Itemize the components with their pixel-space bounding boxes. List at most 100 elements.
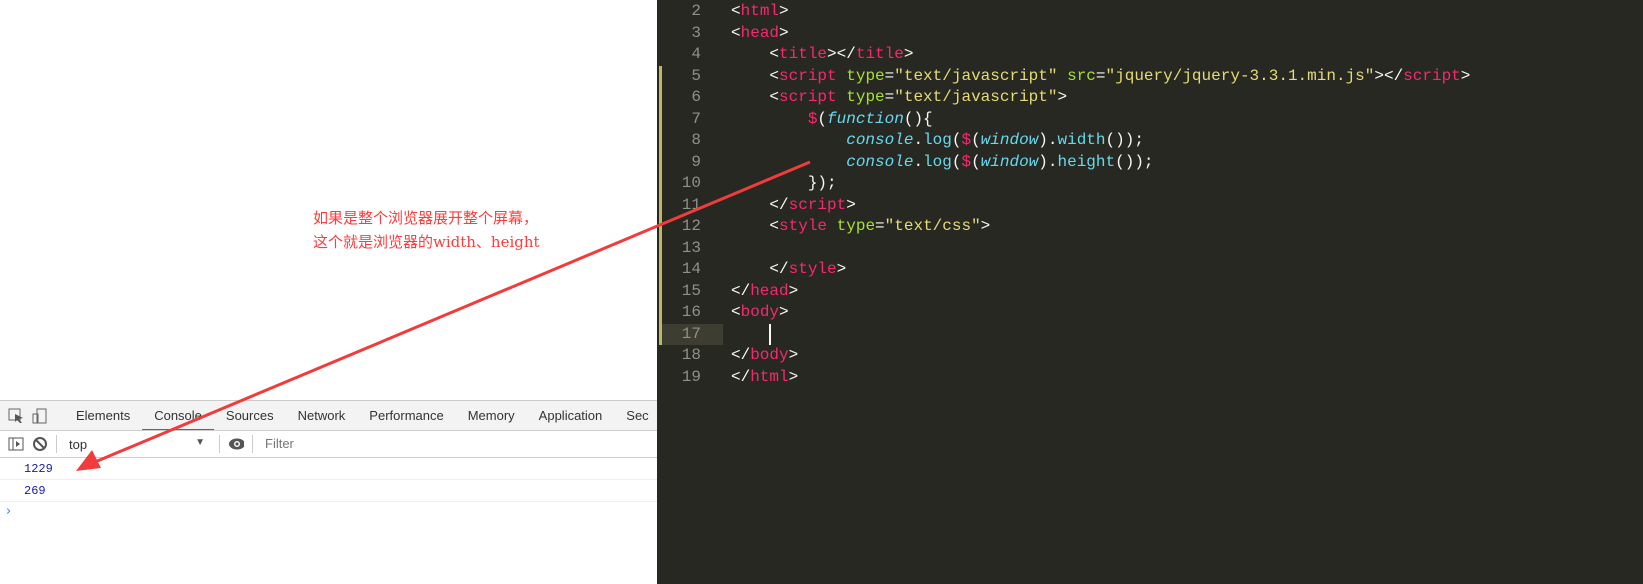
code-line[interactable]: 17 (657, 323, 1643, 345)
code-line[interactable]: 3 <head> (657, 23, 1643, 45)
code-line[interactable]: 11 </script> (657, 194, 1643, 217)
code-token: = (1095, 66, 1106, 85)
sidebar-toggle-icon[interactable] (8, 436, 24, 452)
code-line[interactable]: 13 (657, 237, 1643, 259)
code-token: = (884, 66, 895, 85)
code-token: type (846, 66, 885, 85)
code-token: style (779, 217, 828, 235)
filter-input[interactable]: Filter (261, 433, 657, 455)
divider (219, 435, 220, 453)
code-line[interactable]: 19 </html> (657, 367, 1643, 389)
devtools-panel: Elements Console Sources Network Performance… (0, 400, 657, 584)
code-token: > (788, 346, 799, 364)
devtools-tabbar: Elements Console Sources Network Performance… (0, 401, 657, 431)
code-token: > (836, 260, 847, 278)
code-token: ( (971, 152, 981, 171)
tab-sources[interactable]: Sources (214, 401, 286, 430)
inspect-icon[interactable] (8, 408, 24, 424)
code-token: window (980, 131, 1039, 149)
context-selector[interactable]: top ▼ (65, 437, 211, 452)
code-token: > (980, 217, 991, 235)
annotation-line-1: 如果是整个浏览器展开整个屏幕， (313, 209, 539, 227)
tab-memory[interactable]: Memory (456, 401, 527, 430)
code-line[interactable]: 12 <style type="text/css"> (657, 216, 1643, 238)
code-line[interactable]: 2 <html> (657, 1, 1643, 23)
clear-console-icon[interactable] (32, 436, 48, 452)
tab-network[interactable]: Network (286, 401, 358, 430)
code-text: console.log($(window).height()); (731, 152, 1154, 174)
code-line[interactable]: 16 <body> (657, 302, 1643, 324)
console-message: 269 (0, 480, 657, 502)
code-token: body (750, 346, 789, 364)
code-token: log (923, 131, 952, 149)
code-line[interactable]: 7 $(function(){ (657, 108, 1643, 130)
code-token: < (731, 66, 780, 85)
tab-application[interactable]: Application (527, 401, 615, 430)
browser-viewport: Elements Console Sources Network Performance… (0, 0, 657, 584)
code-token: title (779, 45, 828, 63)
code-token: ></ (827, 45, 856, 63)
code-token: ( (817, 109, 828, 128)
code-token: . (913, 131, 924, 149)
code-text: <script type="text/javascript"> (731, 87, 1067, 109)
tab-sec[interactable]: Sec (614, 401, 657, 430)
code-token: = (875, 217, 885, 235)
code-text: </script> (731, 195, 856, 217)
code-line[interactable]: 18 </body> (657, 345, 1643, 367)
code-line[interactable]: 10 }); (657, 173, 1643, 195)
code-token: > (788, 281, 799, 300)
code-token: width (1057, 131, 1106, 149)
code-token: ></ (1374, 66, 1404, 85)
code-token: html (750, 367, 789, 386)
line-number: 8 (691, 131, 701, 149)
code-token: > (1057, 88, 1068, 106)
code-line[interactable]: 5 <script type="text/javascript" src="jq… (657, 65, 1643, 88)
line-number: 11 (681, 195, 701, 214)
tab-performance[interactable]: Performance (357, 401, 455, 430)
code-line[interactable]: 14 </style> (657, 259, 1643, 281)
tab-elements[interactable]: Elements (64, 401, 142, 430)
eye-icon[interactable] (228, 436, 244, 452)
code-line[interactable]: 15 </head> (657, 280, 1643, 303)
code-text: <html> (731, 1, 789, 23)
code-token: </ (731, 367, 751, 386)
divider (56, 435, 57, 453)
code-token: "jquery/jquery-3.3.1.min.js" (1105, 66, 1375, 85)
code-token: > (846, 195, 856, 214)
code-token: (){ (903, 109, 933, 128)
line-number: 6 (691, 88, 701, 106)
code-token: title (855, 45, 904, 63)
code-token: > (779, 23, 789, 42)
code-token: < (731, 45, 780, 63)
annotation-line-2: 这个就是浏览器的width、height (313, 233, 540, 251)
code-text: <script type="text/javascript" src="jque… (731, 66, 1470, 88)
code-token: $ (961, 131, 972, 149)
code-token: > (903, 45, 914, 63)
code-token: script (779, 88, 837, 106)
dropdown-arrow-icon: ▼ (195, 436, 205, 448)
code-token: console (846, 152, 914, 171)
code-line[interactable]: 4 <title></title> (657, 44, 1643, 66)
code-token: > (779, 303, 789, 321)
code-line[interactable]: 6 <script type="text/javascript"> (657, 87, 1643, 109)
console-message: 1229 (0, 458, 657, 480)
line-number: 3 (691, 23, 701, 42)
code-token: "text/javascript" (894, 88, 1058, 106)
code-token: > (779, 2, 789, 20)
code-token: ()); (1115, 152, 1154, 171)
code-editor[interactable]: 2 <html> 3 <head> 4 <title></title> 5 <script… (657, 0, 1643, 584)
code-token: style (788, 260, 837, 278)
tab-console[interactable]: Console (142, 401, 214, 430)
code-token: </ (731, 281, 751, 300)
code-line[interactable]: 8 console.log($(window).width()); (657, 130, 1643, 152)
code-token: ). (1038, 131, 1058, 149)
code-token: head (740, 23, 780, 42)
code-text: </head> (731, 281, 798, 303)
code-line[interactable]: 9 console.log($(window).height()); (657, 151, 1643, 174)
device-toggle-icon[interactable] (32, 408, 48, 424)
console-prompt[interactable]: › (0, 502, 657, 522)
